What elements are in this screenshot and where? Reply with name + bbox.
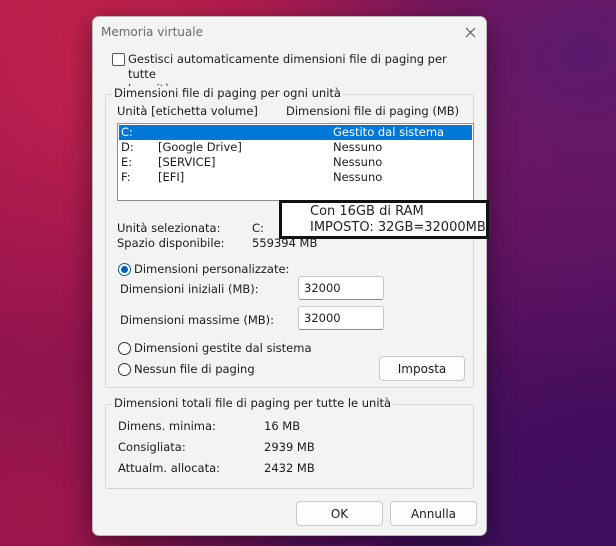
drive-row-f[interactable]: F: [EFI] Nessuno: [119, 170, 472, 185]
close-icon: [465, 27, 475, 37]
column-header-size: Dimensioni file di paging (MB): [286, 104, 460, 118]
max-size-input[interactable]: [298, 306, 384, 330]
drive-letter: F:: [121, 170, 131, 184]
recommended-size-label: Consigliata:: [118, 440, 186, 454]
allocated-size-value: 2432 MB: [264, 461, 315, 475]
system-managed-radio[interactable]: [118, 342, 131, 355]
min-size-value: 16 MB: [264, 419, 301, 433]
drive-letter: E:: [121, 155, 133, 169]
annotation-line2: IMPOSTO: 32GB=32000MB: [310, 220, 486, 235]
drives-group-title: Dimensioni file di paging per ogni unità: [112, 86, 343, 100]
no-paging-radio[interactable]: [118, 363, 131, 376]
max-size-label: Dimensioni massime (MB):: [120, 313, 274, 327]
annotation-box: Con 16GB di RAM IMPOSTO: 32GB=32000MB: [279, 200, 489, 239]
selected-drive-label: Unità selezionata:: [117, 221, 221, 235]
drives-list[interactable]: C: Gestito dal sistema D: [Google Drive]…: [117, 123, 474, 201]
column-header-drive: Unità [etichetta volume]: [117, 104, 258, 118]
virtual-memory-dialog: Memoria virtuale Gestisci automaticament…: [92, 16, 487, 536]
selected-drive-value: C:: [252, 221, 264, 235]
drive-paging-size: Gestito dal sistema: [333, 125, 445, 139]
drive-letter: C:: [121, 125, 133, 139]
auto-manage-checkbox[interactable]: [112, 53, 125, 66]
initial-size-input[interactable]: [298, 276, 384, 300]
drive-row-c[interactable]: C: Gestito dal sistema: [119, 125, 472, 140]
drive-paging-size: Nessuno: [333, 170, 383, 184]
drive-label: [SERVICE]: [158, 155, 216, 169]
drive-label: [EFI]: [158, 170, 185, 184]
allocated-size-label: Attualm. allocata:: [118, 461, 221, 475]
no-paging-label: Nessun file di paging: [134, 362, 255, 376]
window-title: Memoria virtuale: [101, 25, 203, 39]
ok-button[interactable]: OK: [296, 501, 383, 526]
min-size-label: Dimens. minima:: [118, 419, 216, 433]
totals-group-title: Dimensioni totali file di paging per tut…: [112, 396, 394, 410]
drive-label: [Google Drive]: [158, 140, 242, 154]
drive-row-e[interactable]: E: [SERVICE] Nessuno: [119, 155, 472, 170]
auto-manage-label-line1: Gestisci automaticamente dimensioni file…: [128, 52, 447, 81]
custom-size-label: Dimensioni personalizzate:: [134, 262, 290, 276]
drive-letter: D:: [121, 140, 134, 154]
cancel-button[interactable]: Annulla: [390, 501, 477, 526]
recommended-size-value: 2939 MB: [264, 440, 315, 454]
set-button[interactable]: Imposta: [379, 356, 465, 381]
close-button[interactable]: [459, 22, 481, 42]
annotation-line1: Con 16GB di RAM: [310, 204, 424, 219]
drive-row-d[interactable]: D: [Google Drive] Nessuno: [119, 140, 472, 155]
free-space-label: Spazio disponibile:: [117, 236, 225, 250]
drive-paging-size: Nessuno: [333, 140, 383, 154]
system-managed-label: Dimensioni gestite dal sistema: [134, 341, 312, 355]
drive-paging-size: Nessuno: [333, 155, 383, 169]
custom-size-radio[interactable]: [118, 263, 131, 276]
initial-size-label: Dimensioni iniziali (MB):: [120, 282, 259, 296]
